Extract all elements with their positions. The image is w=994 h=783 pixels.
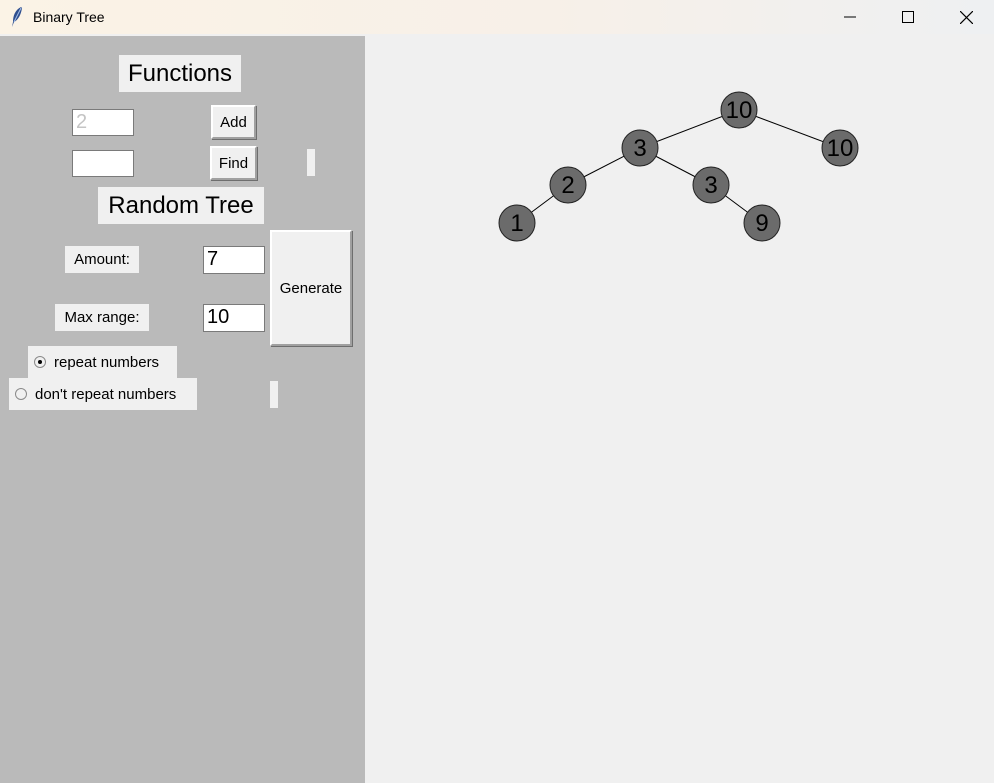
- tree-node-value: 3: [633, 135, 646, 162]
- tree-node: 1: [498, 204, 536, 242]
- binary-tree-diagram: 10 3 10 2 3 1 9: [498, 91, 859, 242]
- title-bar: Binary Tree: [0, 0, 994, 34]
- tree-node: 10: [821, 129, 859, 167]
- control-panel: Functions 2 Add Find Random Tree Amount:…: [0, 36, 365, 783]
- repeat-numbers-option[interactable]: repeat numbers: [28, 346, 177, 378]
- find-value-input[interactable]: [72, 150, 134, 177]
- amount-label: Amount:: [65, 246, 139, 273]
- tree-node: 9: [743, 204, 781, 242]
- tree-node-value: 10: [726, 97, 753, 124]
- dont-repeat-numbers-option[interactable]: don't repeat numbers: [9, 378, 197, 410]
- repeat-numbers-label: repeat numbers: [54, 353, 160, 371]
- maximize-button[interactable]: [879, 0, 937, 34]
- close-icon: [959, 10, 973, 24]
- maximize-icon: [902, 11, 914, 23]
- tree-node: 3: [621, 129, 659, 167]
- tree-node-value: 10: [827, 135, 854, 162]
- random-tree-heading: Random Tree: [98, 187, 264, 224]
- radio-selected-icon[interactable]: [34, 356, 46, 368]
- dont-repeat-numbers-label: don't repeat numbers: [35, 385, 177, 403]
- generate-button[interactable]: Generate: [270, 230, 352, 346]
- tree-node: 2: [549, 166, 587, 204]
- find-button[interactable]: Find: [210, 146, 257, 180]
- tree-node-value: 2: [561, 172, 574, 199]
- tree-node-value: 9: [755, 210, 768, 237]
- minimize-icon: [844, 16, 856, 18]
- functions-heading: Functions: [119, 55, 241, 92]
- tree-node-value: 3: [704, 172, 717, 199]
- amount-input[interactable]: 7: [203, 246, 265, 274]
- radio-unselected-icon[interactable]: [15, 388, 27, 400]
- tree-node-value: 1: [510, 210, 523, 237]
- tree-node: 10: [720, 91, 758, 129]
- feather-icon: [12, 7, 22, 27]
- tree-canvas: 10 3 10 2 3 1 9: [365, 36, 994, 783]
- tree-node: 3: [692, 166, 730, 204]
- add-button[interactable]: Add: [211, 105, 256, 139]
- add-value-input[interactable]: 2: [72, 109, 134, 136]
- close-button[interactable]: [937, 0, 994, 34]
- max-range-input[interactable]: 10: [203, 304, 265, 332]
- minimize-button[interactable]: [821, 0, 879, 34]
- find-result-label: [307, 149, 315, 176]
- window-title: Binary Tree: [33, 9, 105, 25]
- option-status-label: [270, 381, 278, 408]
- max-range-label: Max range:: [55, 304, 149, 331]
